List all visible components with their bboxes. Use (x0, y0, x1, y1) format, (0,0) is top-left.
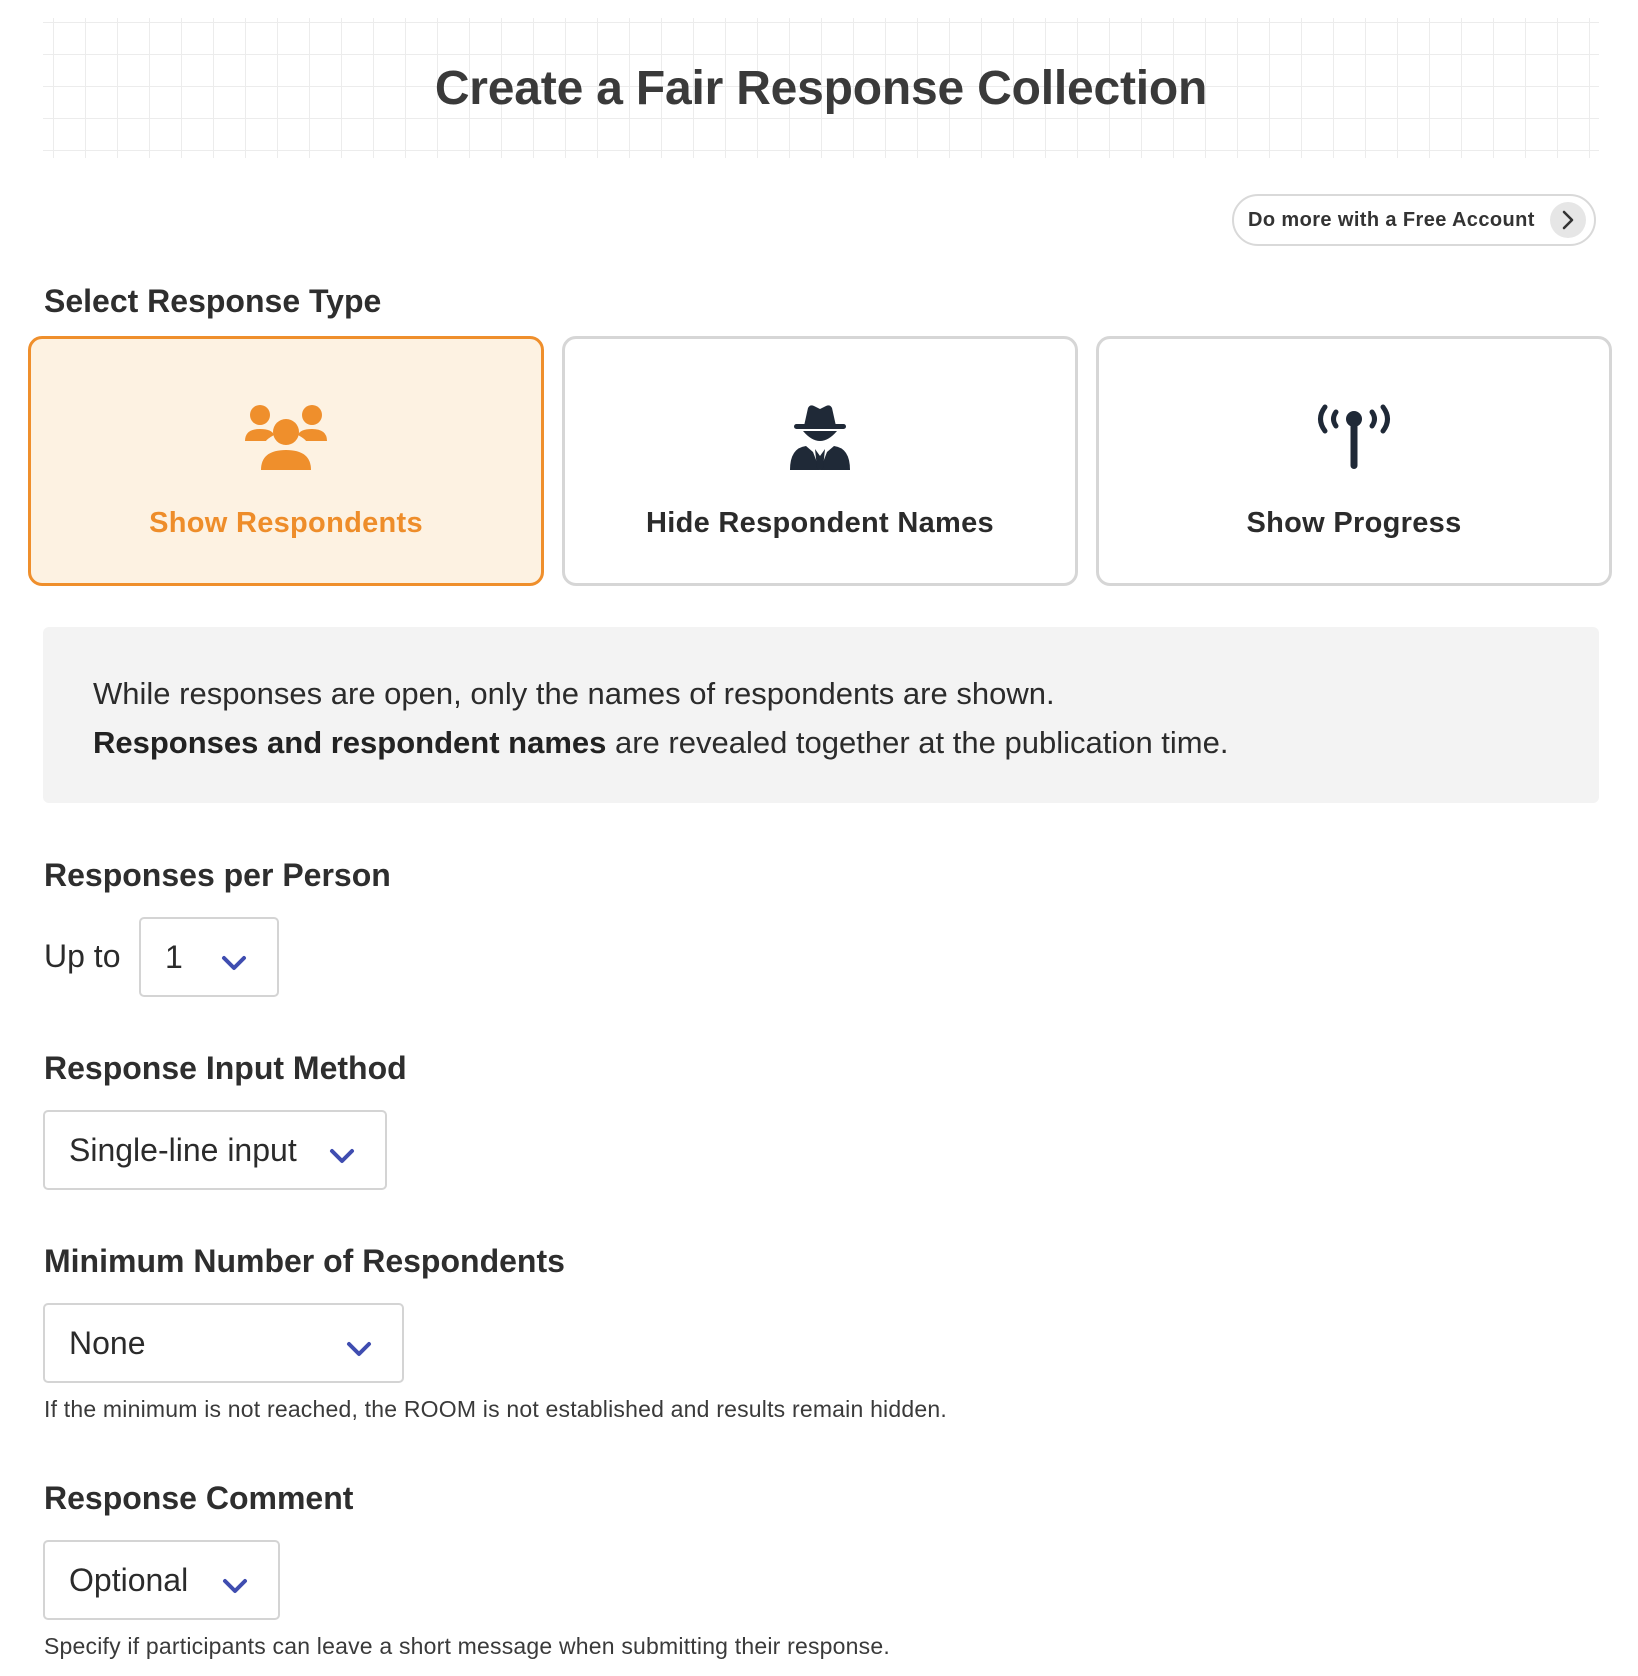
description-line-1: While responses are open, only the names… (93, 676, 1055, 711)
option-hide-respondent-names[interactable]: Hide Respondent Names (562, 336, 1078, 586)
input-method-label: Response Input Method (44, 1050, 407, 1086)
chevron-down-icon (329, 1136, 355, 1173)
response-type-description: While responses are open, only the names… (43, 627, 1599, 803)
free-account-button-label: Do more with a Free Account (1248, 208, 1535, 231)
option-show-respondents[interactable]: Show Respondents (28, 336, 544, 586)
broadcast-tower-icon (1316, 401, 1392, 473)
free-account-button[interactable]: Do more with a Free Account (1232, 194, 1596, 246)
input-method-select[interactable]: Single-line input (43, 1110, 387, 1190)
option-label: Show Progress (1246, 507, 1462, 539)
option-label: Show Respondents (149, 507, 423, 539)
select-value: None (69, 1324, 146, 1361)
up-to-label: Up to (44, 938, 121, 974)
select-value: Single-line input (69, 1131, 297, 1168)
description-bold-text: Responses and respondent names (93, 725, 607, 760)
page-title: Create a Fair Response Collection (434, 61, 1208, 115)
description-rest-text: are revealed together at the publication… (606, 725, 1229, 760)
chevron-down-icon (221, 943, 247, 980)
response-comment-help: Specify if participants can leave a shor… (44, 1633, 890, 1659)
select-value: 1 (165, 938, 183, 975)
response-type-label: Select Response Type (44, 283, 382, 319)
responses-per-person-label: Responses per Person (44, 857, 391, 893)
option-label: Hide Respondent Names (646, 507, 994, 539)
option-show-progress[interactable]: Show Progress (1096, 336, 1612, 586)
select-value: Optional (69, 1561, 189, 1598)
chevron-down-icon (346, 1329, 372, 1366)
response-comment-label: Response Comment (44, 1480, 354, 1516)
users-icon (245, 401, 327, 473)
responses-per-person-select[interactable]: 1 (139, 917, 279, 997)
incognito-spy-icon (790, 401, 850, 473)
chevron-right-icon (1550, 202, 1586, 238)
chevron-down-icon (222, 1566, 248, 1603)
description-line-2: Responses and respondent names are revea… (93, 718, 1549, 767)
min-respondents-label: Minimum Number of Respondents (44, 1243, 565, 1279)
min-respondents-select[interactable]: None (43, 1303, 404, 1383)
page-header: Create a Fair Response Collection (43, 18, 1599, 158)
response-comment-select[interactable]: Optional (43, 1540, 280, 1620)
min-respondents-help: If the minimum is not reached, the ROOM … (44, 1396, 947, 1422)
